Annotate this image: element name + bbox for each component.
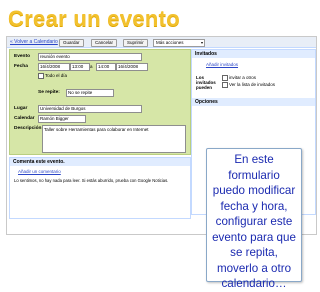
to-label: a	[90, 64, 93, 69]
see-guest-list-label: Ver la lista de invitados	[229, 82, 276, 87]
comments-section: Comenta este evento. Añadir un comentari…	[9, 157, 191, 219]
options-header: Opciones	[192, 98, 315, 106]
more-actions-select[interactable]: Más acciones ▾	[153, 39, 205, 47]
where-input[interactable]: Universidad de Burgos	[38, 105, 142, 113]
save-button[interactable]: Guardar	[59, 39, 84, 47]
where-label: Lugar	[14, 106, 28, 111]
cancel-button[interactable]: Cancelar	[91, 39, 118, 47]
end-date-input[interactable]: 16/4/2008	[116, 63, 148, 71]
start-date-input[interactable]: 16/4/2008	[38, 63, 70, 71]
delete-button[interactable]: Suprimir	[123, 39, 148, 47]
slide-title: Crear un evento	[8, 6, 180, 31]
all-day-label: Todo el día	[45, 73, 68, 78]
back-to-calendar-link[interactable]: « Volver a Calendario	[10, 39, 58, 45]
all-day-checkbox[interactable]	[38, 73, 44, 79]
date-label: Fecha	[14, 64, 28, 69]
add-comment-link[interactable]: Añadir un comentario	[18, 169, 61, 174]
calendar-label: Calendar	[14, 116, 35, 121]
event-label: Evento	[14, 54, 30, 59]
invite-others-checkbox[interactable]	[222, 75, 228, 81]
add-guests-link[interactable]: Añadir invitados	[206, 62, 238, 67]
event-toolbar: « Volver a Calendario Guardar Cancelar S…	[7, 37, 316, 48]
no-comments-notice: Lo sentimos, no hay nada para leer. Si e…	[14, 178, 169, 183]
see-guest-list-checkbox[interactable]	[222, 82, 228, 88]
more-actions-label: Más acciones	[156, 40, 184, 45]
calendar-value: Ramón Bigger	[40, 116, 69, 121]
repeat-label: Se repite:	[38, 90, 60, 95]
calendar-select[interactable]: Ramón Bigger	[38, 115, 86, 123]
chevron-down-icon: ▾	[200, 40, 203, 45]
explanation-callout: En este formulario puedo modificar fecha…	[206, 148, 302, 290]
description-label: Descripción	[14, 126, 42, 131]
guests-header: Invitados	[192, 50, 315, 58]
start-time-input[interactable]: 13:00	[70, 63, 90, 71]
event-title-input[interactable]: reunión evento	[38, 53, 142, 61]
repeat-value: No se repite	[68, 90, 93, 95]
repeat-select[interactable]: No se repite	[66, 89, 114, 97]
end-time-input[interactable]: 14:00	[96, 63, 116, 71]
comments-header: Comenta este evento.	[10, 158, 190, 166]
invite-others-label: invitar a otros	[229, 75, 257, 80]
event-form: Evento reunión evento Fecha 16/4/2008 13…	[9, 49, 191, 155]
description-textarea[interactable]: Taller sobre Herramientas para colaborar…	[42, 125, 186, 153]
callout-text: En este formulario puedo modificar fecha…	[212, 153, 296, 290]
guests-can-label: Los invitados pueden	[196, 75, 216, 90]
